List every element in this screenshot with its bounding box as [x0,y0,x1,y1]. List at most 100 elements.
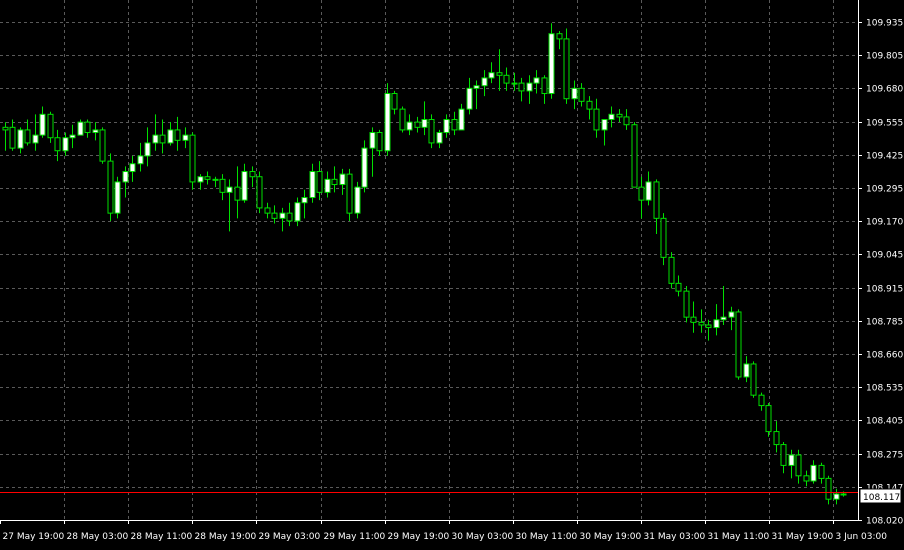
candle-body [571,87,578,100]
y-tick-label: 109.805 [866,52,903,62]
candle-body [114,181,121,214]
candle-body [2,126,9,131]
candle-body [698,321,705,326]
candle-body [354,186,361,214]
candle-body [623,116,630,126]
y-tick-label: 108.915 [866,285,903,295]
candle [99,127,106,164]
candle-body [563,38,570,100]
candle-body [556,33,563,40]
candle [563,28,570,104]
candle-body [458,108,465,131]
candle-body [511,82,518,85]
candle-body [683,290,690,318]
candle-body [586,100,593,110]
candle-body [122,171,129,183]
candle [361,140,368,193]
candle-body [294,202,301,222]
candle [346,168,353,221]
x-tick-label: 29 May 11:00 [324,532,386,542]
candle-body [443,119,450,134]
candle-body [743,363,750,378]
candle-body [481,77,488,87]
candle [765,402,772,437]
y-tick-label: 108.785 [866,318,903,328]
candle-body [241,171,248,201]
candle-body [54,137,61,152]
candle-body [518,82,525,92]
candle-body [631,124,638,188]
chart-background [0,0,904,550]
candle-body [645,181,652,201]
candle-body [548,33,555,95]
candle-body [780,444,787,466]
candle-body [406,121,413,131]
candle-body [451,119,458,131]
candle [384,83,391,156]
candle-body [735,311,742,378]
candle [750,361,757,398]
candle-body [713,319,720,329]
candle-body [339,173,346,186]
candle-body [159,134,166,144]
candle [631,122,638,188]
candle-body [616,113,623,118]
candle-body [24,129,31,144]
candle-body [773,431,780,446]
candle-body [690,316,697,323]
x-tick-label: 30 May 19:00 [580,532,642,542]
candle-body [765,405,772,433]
candle-body [788,454,795,466]
candle [354,181,361,219]
candle-body [653,181,660,219]
candle [114,176,121,219]
candle [548,23,555,99]
x-tick-label: 27 May 19:00 [3,532,65,542]
candle-body [77,121,84,136]
candle-body [331,178,338,186]
y-tick-label: 109.555 [866,119,903,129]
candle-body [189,134,196,183]
candle-body [69,134,76,139]
candle-body [668,256,675,284]
candle-body [750,363,757,396]
candle-body [47,113,54,139]
candle-body [818,464,825,479]
candle-body [271,212,278,219]
candle-body [234,186,241,201]
candle-body [129,163,136,173]
candle-body [137,155,144,165]
candle-body [720,316,727,321]
candlestick-chart: 109.935 109.805 109.680 109.555 109.425 109.2… [0,0,904,550]
candle-body [728,311,735,318]
candle-body [833,493,840,500]
candle-body [803,475,810,482]
candle-body [256,176,263,209]
candle [77,119,84,136]
candle-body [503,74,510,84]
candle-body [32,134,39,144]
x-tick-label: 31 May 19:00 [772,532,834,542]
candle-body [346,173,353,214]
y-tick-label: 109.425 [866,152,903,162]
candle-body [212,178,219,181]
candle-body [608,113,615,121]
candle-body [526,82,533,92]
candle-body [204,176,211,180]
candle-body [174,129,181,141]
candle-body [810,464,817,482]
candle-body [675,282,682,292]
candle-body [705,324,712,329]
x-tick-label: 31 May 11:00 [708,532,770,542]
candle [735,309,742,380]
x-tick-label: 29 May 03:00 [259,532,321,542]
candle-body [399,108,406,131]
candle-body [361,147,368,188]
candle-body [62,137,69,152]
candle-body [286,212,293,222]
candle-body [264,207,271,214]
candle-body [84,121,91,134]
candle-body [638,186,645,201]
candle-body [309,171,316,199]
current-price-label: 108.117 [863,493,900,503]
